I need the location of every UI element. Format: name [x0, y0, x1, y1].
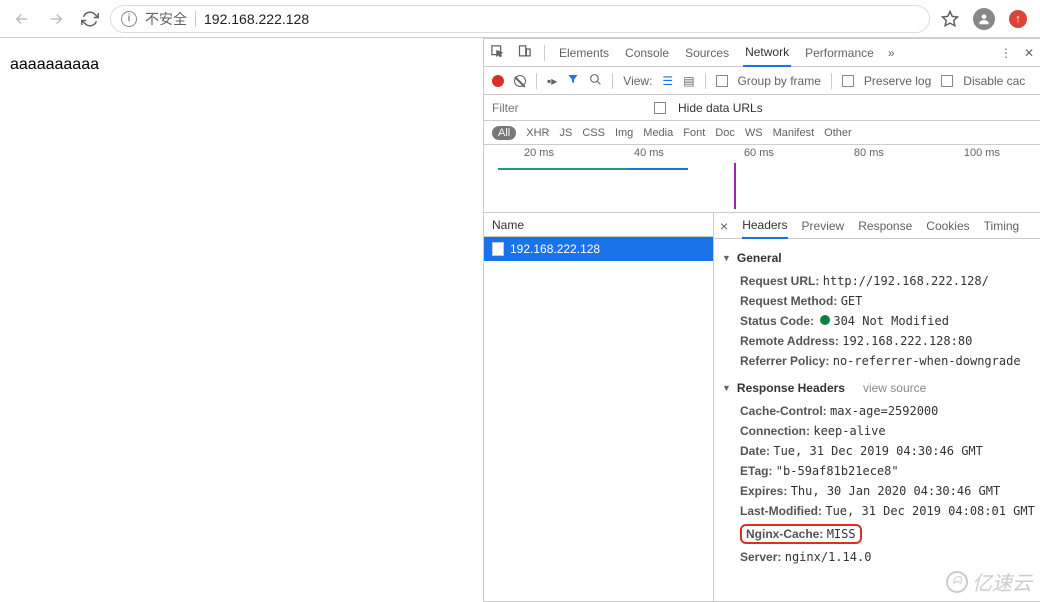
group-checkbox[interactable] — [716, 75, 728, 87]
devtools-tabs: Elements Console Sources Network Perform… — [484, 39, 1040, 67]
back-button[interactable] — [8, 5, 36, 33]
type-manifest[interactable]: Manifest — [773, 127, 815, 139]
separator — [195, 11, 196, 27]
star-icon[interactable] — [936, 5, 964, 33]
filter-icon[interactable] — [567, 73, 579, 88]
tab-console[interactable]: Console — [623, 40, 671, 66]
info-icon[interactable]: i — [121, 11, 137, 27]
view-list-icon[interactable]: ☰ — [662, 74, 673, 88]
type-doc[interactable]: Doc — [715, 127, 735, 139]
disable-cache-checkbox[interactable] — [941, 75, 953, 87]
preserve-label: Preserve log — [864, 74, 931, 88]
type-xhr[interactable]: XHR — [526, 127, 549, 139]
url-text: 192.168.222.128 — [204, 11, 309, 27]
more-tabs-icon[interactable]: » — [888, 46, 895, 60]
list-header[interactable]: Name — [484, 213, 713, 237]
tab-elements[interactable]: Elements — [557, 40, 611, 66]
group-label: Group by frame — [738, 74, 821, 88]
tab-network[interactable]: Network — [743, 39, 791, 67]
request-details: × Headers Preview Response Cookies Timin… — [714, 213, 1040, 601]
view-label: View: — [623, 74, 652, 88]
devtools-close-icon[interactable]: ✕ — [1024, 46, 1034, 60]
clear-button[interactable] — [514, 75, 526, 87]
insecure-label: 不安全 — [145, 9, 187, 29]
devtools-menu-icon[interactable]: ⋮ — [1000, 46, 1012, 60]
reload-button[interactable] — [76, 5, 104, 33]
hide-urls-label: Hide data URLs — [678, 101, 763, 115]
dtab-headers[interactable]: Headers — [742, 213, 787, 239]
type-ws[interactable]: WS — [745, 127, 763, 139]
type-filters: All XHR JS CSS Img Media Font Doc WS Man… — [484, 121, 1040, 145]
dtab-preview[interactable]: Preview — [802, 214, 845, 238]
type-js[interactable]: JS — [559, 127, 572, 139]
preserve-checkbox[interactable] — [842, 75, 854, 87]
close-details-icon[interactable]: × — [720, 218, 728, 234]
document-icon — [492, 242, 504, 256]
search-icon[interactable] — [589, 73, 602, 89]
tab-sources[interactable]: Sources — [683, 40, 731, 66]
type-all[interactable]: All — [492, 126, 516, 140]
request-row[interactable]: 192.168.222.128 — [484, 237, 713, 261]
dtab-response[interactable]: Response — [858, 214, 912, 238]
forward-button[interactable] — [42, 5, 70, 33]
disable-label: Disable cac — [963, 74, 1025, 88]
address-bar[interactable]: i 不安全 192.168.222.128 — [110, 5, 930, 33]
type-media[interactable]: Media — [643, 127, 673, 139]
extension-icon[interactable]: ↑ — [1004, 5, 1032, 33]
filter-input[interactable] — [492, 101, 642, 115]
camera-icon[interactable]: ▪▸ — [547, 74, 557, 88]
inspect-icon[interactable] — [490, 44, 505, 62]
browser-toolbar: i 不安全 192.168.222.128 ↑ — [0, 0, 1040, 38]
type-other[interactable]: Other — [824, 127, 852, 139]
network-timeline[interactable]: 20 ms 40 ms 60 ms 80 ms 100 ms — [484, 145, 1040, 213]
dtab-cookies[interactable]: Cookies — [926, 214, 969, 238]
profile-icon[interactable] — [970, 5, 998, 33]
record-button[interactable] — [492, 75, 504, 87]
tab-performance[interactable]: Performance — [803, 40, 876, 66]
type-img[interactable]: Img — [615, 127, 633, 139]
view-detail-icon[interactable]: ▤ — [683, 74, 694, 88]
dtab-timing[interactable]: Timing — [984, 214, 1020, 238]
request-list: Name 192.168.222.128 — [484, 213, 714, 601]
watermark: ᗣ亿速云 — [946, 567, 1032, 596]
hide-urls-checkbox[interactable] — [654, 102, 666, 114]
type-css[interactable]: CSS — [582, 127, 605, 139]
device-icon[interactable] — [517, 44, 532, 62]
network-toolbar: ▪▸ View: ☰ ▤ Group by frame Preserve log… — [484, 67, 1040, 95]
devtools-panel: Elements Console Sources Network Perform… — [484, 38, 1040, 602]
type-font[interactable]: Font — [683, 127, 705, 139]
page-content: aaaaaaaaaa — [0, 38, 484, 602]
detail-tabs: × Headers Preview Response Cookies Timin… — [714, 213, 1040, 239]
filter-bar: Hide data URLs — [484, 95, 1040, 121]
request-name: 192.168.222.128 — [510, 242, 600, 256]
